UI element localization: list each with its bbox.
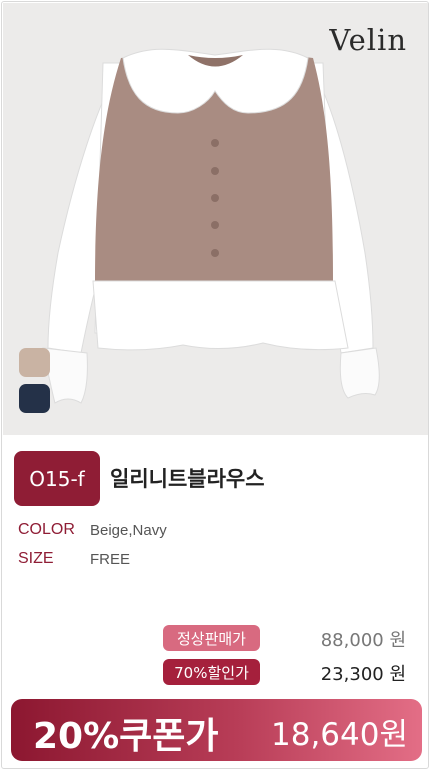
coupon-price-banner[interactable]: 20%쿠폰가 18,640원 [11, 699, 422, 761]
product-card[interactable]: Velin O15-f 일리니트블라우스 COLOR Beige,Navy SI… [1, 1, 429, 769]
brand-logo: Velin [329, 23, 407, 57]
size-label: SIZE [18, 550, 54, 567]
swatch-beige[interactable] [19, 348, 50, 377]
product-photo[interactable]: Velin [3, 3, 428, 435]
coupon-price: 18,640원 [271, 717, 408, 753]
color-label: COLOR [18, 521, 75, 538]
color-value: Beige,Navy [90, 522, 167, 539]
regular-price-badge: 정상판매가 [163, 625, 260, 651]
size-value: FREE [90, 551, 131, 568]
swatch-navy[interactable] [19, 384, 50, 413]
product-name[interactable]: 일리니트블라우스 [110, 463, 265, 493]
product-code-badge: O15-f [14, 451, 100, 506]
sale-price: 23,300 원 [320, 664, 406, 685]
regular-price: 88,000 원 [320, 630, 406, 651]
sale-price-badge: 70%할인가 [163, 659, 260, 685]
coupon-label: 20%쿠폰가 [33, 716, 219, 757]
blouse-illustration [42, 48, 380, 404]
